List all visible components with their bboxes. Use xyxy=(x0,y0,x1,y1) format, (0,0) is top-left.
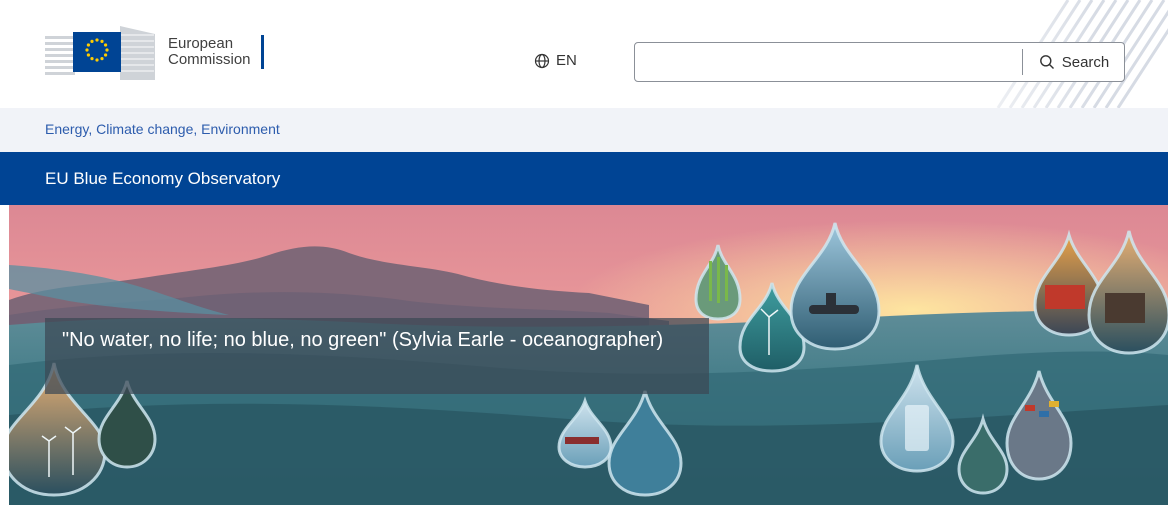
breadcrumb: Energy, Climate change, Environment xyxy=(0,108,1168,152)
language-selector[interactable]: EN xyxy=(534,52,577,69)
logo-divider xyxy=(260,35,264,69)
logo-text: European Commission xyxy=(168,36,251,68)
european-commission-logo[interactable]: European Commission xyxy=(45,22,264,82)
search-button[interactable]: Search xyxy=(1023,43,1125,81)
site-title[interactable]: EU Blue Economy Observatory xyxy=(45,169,280,189)
search-input[interactable] xyxy=(635,43,1021,81)
search-form: Search xyxy=(634,42,1125,82)
logo-line-1: European xyxy=(168,35,234,52)
site-header: European Commission EN Search xyxy=(0,0,1168,108)
globe-icon xyxy=(534,53,550,68)
logo-line-2: Commission xyxy=(168,51,251,68)
search-button-label: Search xyxy=(1061,53,1110,71)
breadcrumb-link[interactable]: Energy, Climate change, Environment xyxy=(45,121,280,137)
search-icon xyxy=(1039,55,1054,69)
site-title-bar: EU Blue Economy Observatory xyxy=(0,152,1168,205)
language-code: EN xyxy=(556,52,577,69)
eu-flag-icon xyxy=(45,26,155,80)
hero-banner: "No water, no life; no blue, no green" (… xyxy=(9,205,1168,505)
hero-quote: "No water, no life; no blue, no green" (… xyxy=(45,318,709,394)
